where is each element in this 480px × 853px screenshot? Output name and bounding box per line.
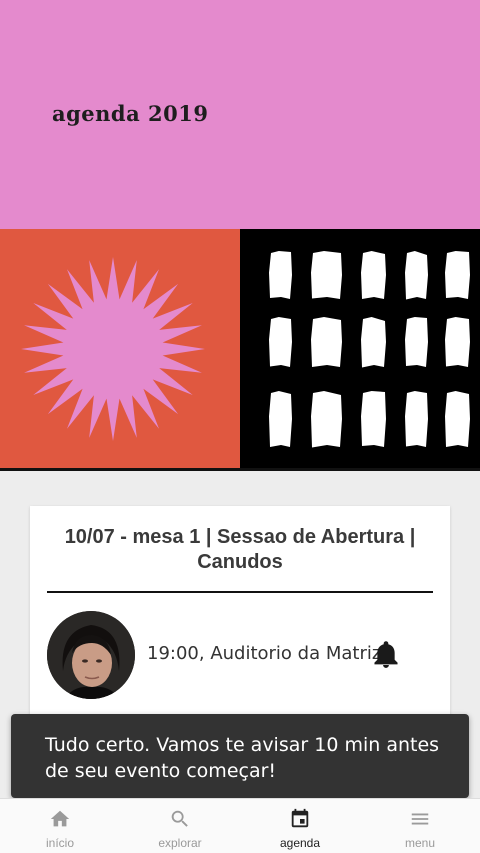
page-title: agenda 2019 [52,101,209,126]
event-card[interactable]: 10/07 - mesa 1 | Sessao de Abertura | Ca… [30,506,450,736]
nav-label: explorar [158,836,202,850]
search-icon [171,810,188,827]
snackbar-message: Tudo certo. Vamos te avisar 10 min antes… [45,734,440,782]
header: agenda 2019 [0,0,480,229]
card-divider [47,591,433,593]
home-icon [50,810,70,827]
nav-label: menu [404,836,436,850]
nav-agenda[interactable]: agenda [240,799,360,853]
nav-inicio[interactable]: início [0,799,120,853]
artwork-sunburst [0,229,240,471]
nav-explorar[interactable]: explorar [120,799,240,853]
nav-menu[interactable]: menu [360,799,480,853]
snackbar: Tudo certo. Vamos te avisar 10 min antes… [11,714,469,798]
event-time-location: 19:00, Auditorio da Matriz [147,643,382,664]
menu-icon [411,813,429,825]
nav-label: início [45,836,74,850]
nav-label: agenda [279,836,321,850]
bottom-nav: início explorar agenda menu [0,798,480,853]
event-title: 10/07 - mesa 1 | Sessao de Abertura | Ca… [64,526,416,573]
avatar [47,611,135,699]
artwork-bars [240,229,480,471]
sunburst-graphic [21,257,205,441]
bars-graphic [269,251,470,448]
calendar-icon [291,808,309,828]
bell-icon[interactable] [372,639,400,669]
divider [0,468,480,471]
